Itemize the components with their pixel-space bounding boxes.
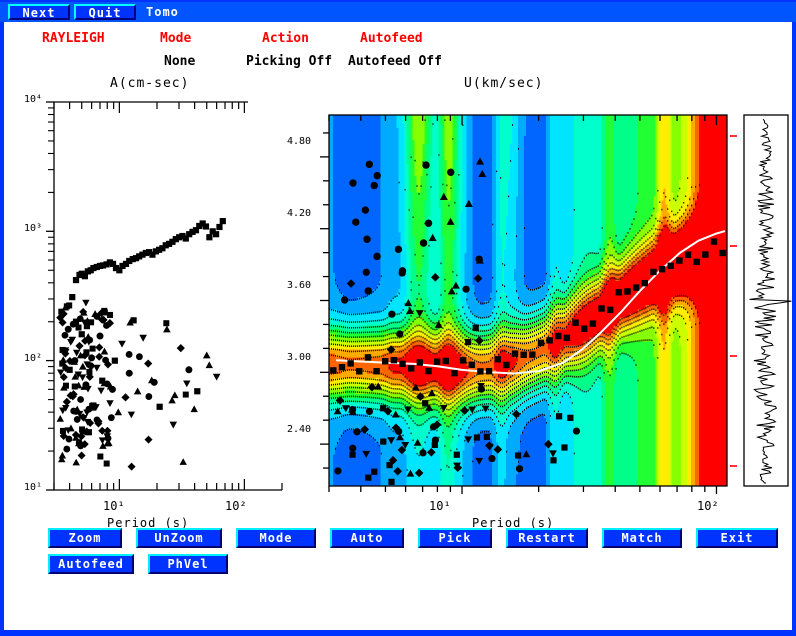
menu-item-quit[interactable]: Quit <box>74 4 136 20</box>
seismogram-panel[interactable] <box>730 94 792 494</box>
left-ytick-1e1: 10¹ <box>24 482 42 493</box>
action-column-title: Action <box>262 31 309 46</box>
right-ytick-480: 4.80 <box>287 136 311 147</box>
unzoom-button[interactable]: UnZoom <box>136 528 222 548</box>
wave-type-label: RAYLEIGH <box>42 31 105 46</box>
autofeed-column-title: Autofeed <box>360 31 423 46</box>
left-plot-title: A(cm-sec) <box>110 76 189 91</box>
right-plot-title: U(km/sec) <box>464 76 543 91</box>
menu-item-next[interactable]: Next <box>8 4 70 20</box>
auto-button[interactable]: Auto <box>330 528 404 548</box>
pick-button[interactable]: Pick <box>418 528 492 548</box>
group-velocity-contour-plot[interactable] <box>320 94 730 494</box>
menu-bar: Next Quit Tomo <box>0 0 796 22</box>
match-button[interactable]: Match <box>602 528 682 548</box>
right-xtick-1e1: 10¹ <box>429 499 451 513</box>
amplitude-spectrum-plot[interactable] <box>4 92 284 512</box>
application-window: Next Quit Tomo RAYLEIGH Mode Action Auto… <box>0 0 796 636</box>
zoom-button[interactable]: Zoom <box>48 528 122 548</box>
right-ytick-360: 3.60 <box>287 280 311 291</box>
mode-column-title: Mode <box>160 31 191 46</box>
left-ytick-1e2: 10² <box>24 353 42 364</box>
left-ytick-1e4: 10⁴ <box>24 94 42 105</box>
left-ytick-1e3: 10³ <box>24 223 42 234</box>
right-xtick-1e2: 10² <box>697 499 719 513</box>
phvel-button[interactable]: PhVel <box>148 554 228 574</box>
left-xtick-1e2: 10² <box>225 499 247 513</box>
action-value: Picking Off <box>246 54 332 69</box>
right-ytick-240: 2.40 <box>287 424 311 435</box>
exit-button[interactable]: Exit <box>696 528 778 548</box>
mode-button[interactable]: Mode <box>236 528 316 548</box>
left-xtick-1e1: 10¹ <box>103 499 125 513</box>
restart-button[interactable]: Restart <box>506 528 588 548</box>
right-ytick-300: 3.00 <box>287 352 311 363</box>
autofeed-button[interactable]: Autofeed <box>48 554 134 574</box>
right-ytick-420: 4.20 <box>287 208 311 219</box>
plot-canvas: RAYLEIGH Mode Action Autofeed None Picki… <box>4 22 792 630</box>
menu-item-tomo[interactable]: Tomo <box>146 5 179 20</box>
autofeed-value: Autofeed Off <box>348 54 442 69</box>
mode-value: None <box>164 54 195 69</box>
